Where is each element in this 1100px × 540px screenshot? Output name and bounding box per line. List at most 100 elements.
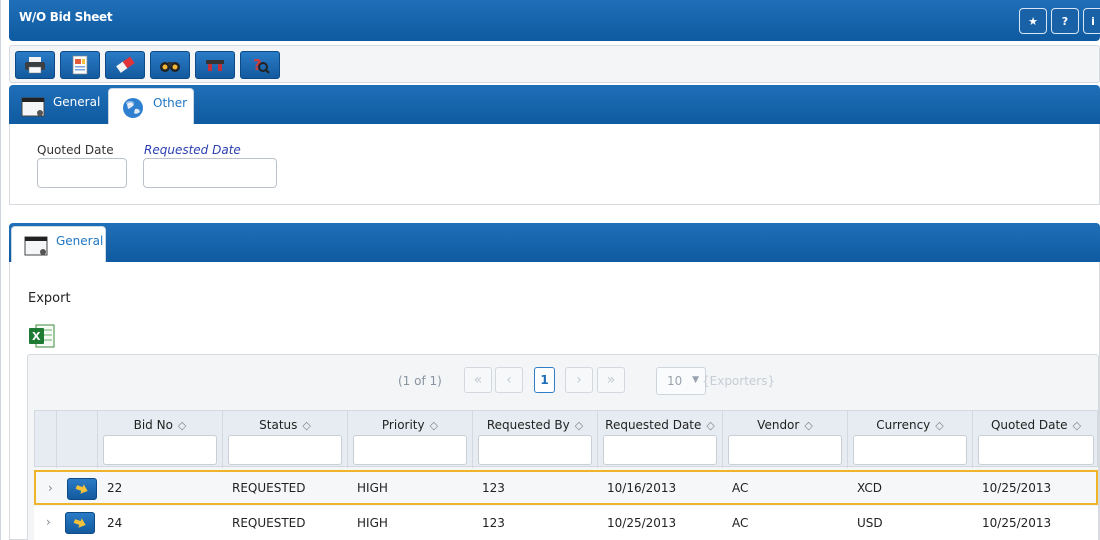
filter-currency[interactable] [853, 435, 967, 465]
column-currency-label: Currency [876, 418, 931, 432]
top-tabbar: General Other [9, 85, 1100, 125]
star-icon: ★ [1028, 14, 1038, 28]
filter-priority[interactable] [353, 435, 467, 465]
tab-general-lower-label: General [56, 234, 104, 248]
column-priority[interactable]: Priority ◇ [348, 411, 473, 468]
rows-per-page-select[interactable]: 10 ▼ [656, 367, 706, 395]
arrow-icon [73, 518, 86, 528]
excel-export-button[interactable]: X [28, 323, 56, 349]
double-chevron-left-icon: « [473, 372, 483, 388]
cell-requested-by: 123 [482, 480, 505, 495]
tab-other[interactable]: Other [108, 88, 194, 125]
paginator: (1 of 1) « ‹ 1 › » 10 ▼ {Exporters} [28, 355, 1098, 403]
chevron-right-icon[interactable]: › [48, 481, 53, 495]
help-button[interactable]: ? [1051, 8, 1079, 34]
globe-icon [123, 98, 143, 118]
window-titlebar: W/O Bid Sheet ★ ? i [9, 0, 1100, 41]
requested-date-label: Requested Date [144, 143, 241, 157]
column-requested-date-label: Requested Date [605, 418, 702, 432]
sort-icon: ◇ [574, 419, 584, 432]
quoted-date-field[interactable] [37, 158, 127, 188]
cell-requested-date: 10/16/2013 [607, 480, 677, 495]
other-panel: Quoted Date Requested Date [9, 124, 1100, 205]
toolbar: ? [9, 45, 1100, 83]
chevron-left-icon: ‹ [506, 372, 512, 388]
binoculars-icon [160, 62, 180, 72]
cell-requested-date: 10/25/2013 [607, 516, 677, 530]
window-icon [21, 97, 45, 117]
left-border [0, 0, 1, 540]
print-button[interactable] [15, 51, 55, 79]
sort-icon: ◇ [177, 419, 187, 432]
column-vendor[interactable]: Vendor ◇ [723, 411, 848, 468]
column-quoted-date-label: Quoted Date [990, 418, 1068, 432]
cell-requested-by: 123 [482, 516, 505, 530]
filter-quoted-date[interactable] [978, 435, 1094, 465]
window-title: W/O Bid Sheet [19, 10, 113, 24]
paginator-summary: (1 of 1) [398, 374, 442, 388]
column-requested-date[interactable]: Requested Date ◇ [598, 411, 723, 468]
cell-priority: HIGH [357, 480, 388, 495]
excel-icon: X [29, 324, 55, 348]
column-status[interactable]: Status ◇ [223, 411, 348, 468]
filter-button[interactable] [195, 51, 235, 79]
cell-bid-no: 24 [107, 516, 123, 530]
svg-text:X: X [32, 330, 41, 343]
chevron-right-icon: › [576, 372, 582, 388]
cell-currency: XCD [857, 480, 882, 495]
cell-quoted-date: 10/25/2013 [982, 480, 1052, 495]
filter-requested-by[interactable] [478, 435, 592, 465]
eraser-icon [116, 56, 135, 73]
sort-icon: ◇ [429, 419, 439, 432]
table-row[interactable]: › 22 REQUESTED HIGH 123 10/16/2013 AC XC… [34, 470, 1098, 505]
exporters-label: {Exporters} [702, 374, 776, 388]
prev-page-button[interactable]: ‹ [495, 367, 523, 393]
sort-icon: ◇ [706, 419, 715, 432]
bid-datatable: (1 of 1) « ‹ 1 › » 10 ▼ {Exporters} Bid … [27, 354, 1099, 540]
help-search-button[interactable]: ? [240, 51, 280, 79]
column-bid-no[interactable]: Bid No ◇ [98, 411, 223, 468]
filter-vendor[interactable] [728, 435, 842, 465]
favorite-button[interactable]: ★ [1019, 8, 1047, 34]
cell-currency: USD [857, 516, 883, 530]
tab-general-lower[interactable]: General [11, 226, 106, 263]
question-icon: ? [1061, 14, 1069, 28]
column-vendor-label: Vendor [757, 418, 800, 432]
requested-date-field[interactable] [143, 158, 277, 188]
tab-general-label: General [53, 95, 101, 109]
chevron-right-icon[interactable]: › [46, 515, 51, 529]
window-icon [24, 236, 48, 256]
first-page-button[interactable]: « [464, 367, 492, 393]
eraser-button[interactable] [105, 51, 145, 79]
select-row-button[interactable] [67, 478, 97, 500]
double-chevron-right-icon: » [606, 372, 616, 388]
column-bid-no-label: Bid No [133, 418, 173, 432]
next-page-button[interactable]: › [565, 367, 593, 393]
filter-requested-date[interactable] [603, 435, 717, 465]
print-icon [25, 57, 45, 74]
export-label: Export [28, 291, 71, 306]
search-filter-icon [206, 60, 224, 71]
find-button[interactable] [150, 51, 190, 79]
filter-status[interactable] [228, 435, 342, 465]
lower-tabbar: General [9, 223, 1100, 263]
column-currency[interactable]: Currency ◇ [848, 411, 973, 468]
column-status-label: Status [259, 418, 298, 432]
report-button[interactable] [60, 51, 100, 79]
page-1-button[interactable]: 1 [534, 367, 555, 393]
cell-quoted-date: 10/25/2013 [982, 516, 1052, 530]
quoted-date-label: Quoted Date [37, 143, 114, 157]
column-priority-label: Priority [381, 418, 425, 432]
cell-status: REQUESTED [232, 516, 306, 530]
info-button[interactable]: i [1083, 8, 1100, 34]
column-requested-by-label: Requested By [486, 418, 570, 432]
last-page-button[interactable]: » [597, 367, 625, 393]
cell-priority: HIGH [357, 516, 388, 530]
filter-bid-no[interactable] [103, 435, 217, 465]
column-quoted-date[interactable]: Quoted Date ◇ [973, 411, 1099, 468]
column-requested-by[interactable]: Requested By ◇ [473, 411, 598, 468]
expander-column-header [35, 411, 57, 468]
select-row-button[interactable] [65, 512, 95, 534]
tab-general[interactable]: General [21, 88, 111, 125]
table-row[interactable]: › 24 REQUESTED HIGH 123 10/25/2013 AC US… [34, 506, 1098, 540]
